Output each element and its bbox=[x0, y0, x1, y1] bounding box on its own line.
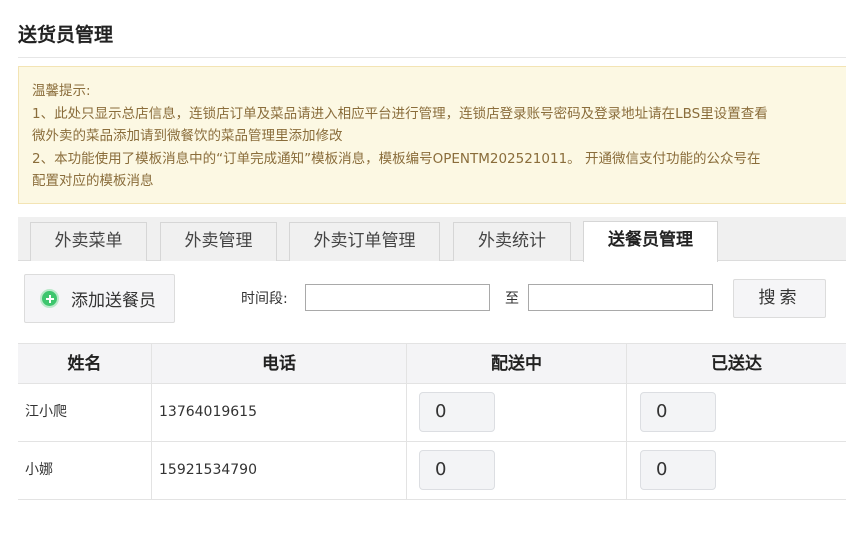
end-date-input[interactable] bbox=[528, 284, 713, 311]
table-row: 江小爬 13764019615 0 0 bbox=[18, 384, 846, 442]
delivering-cell: 0 bbox=[407, 442, 627, 499]
notice-line: 1、此处只显示总店信息，连锁店订单及菜品请进入相应平台进行管理，连锁店登录账号密… bbox=[32, 105, 768, 122]
table-header: 姓名 电话 配送中 已送达 bbox=[18, 343, 846, 384]
add-courier-button[interactable]: 添加送餐员 bbox=[24, 274, 175, 323]
delivered-cell: 0 bbox=[627, 384, 846, 441]
page-title: 送货员管理 bbox=[18, 24, 114, 46]
courier-phone: 13764019615 bbox=[159, 404, 257, 420]
search-button[interactable]: 搜索 bbox=[733, 279, 826, 318]
delivering-cell: 0 bbox=[407, 384, 627, 441]
add-courier-label: 添加送餐员 bbox=[71, 291, 156, 311]
tab-courier-management[interactable]: 送餐员管理 bbox=[583, 221, 718, 262]
name-cell: 小娜 bbox=[18, 442, 152, 499]
delivered-count: 0 bbox=[640, 392, 716, 432]
table-row: 小娜 15921534790 0 0 bbox=[18, 442, 846, 500]
notice-line: 配置对应的模板消息 bbox=[32, 173, 154, 189]
tab-takeout-menu[interactable]: 外卖菜单 bbox=[30, 222, 147, 261]
delivered-cell: 0 bbox=[627, 442, 846, 499]
title-divider bbox=[18, 57, 846, 58]
time-range-label: 时间段: bbox=[241, 291, 288, 307]
header-delivering: 配送中 bbox=[407, 344, 627, 384]
notice-heading: 温馨提示: bbox=[32, 83, 91, 99]
delivering-count: 0 bbox=[419, 450, 495, 490]
tab-bar: 外卖菜单 外卖管理 外卖订单管理 外卖统计 送餐员管理 bbox=[18, 217, 846, 262]
phone-cell: 15921534790 bbox=[152, 442, 407, 499]
courier-name: 小娜 bbox=[25, 462, 53, 478]
courier-name: 江小爬 bbox=[25, 404, 67, 420]
to-label: 至 bbox=[505, 291, 519, 307]
notice-line: 2、本功能使用了模板消息中的“订单完成通知”模板消息，模板编号OPENTM202… bbox=[32, 150, 761, 167]
courier-phone: 15921534790 bbox=[159, 462, 257, 478]
notice-line: 微外卖的菜品添加请到微餐饮的菜品管理里添加修改 bbox=[32, 128, 343, 144]
start-date-input[interactable] bbox=[305, 284, 490, 311]
header-name: 姓名 bbox=[18, 344, 152, 384]
delivering-count: 0 bbox=[419, 392, 495, 432]
header-phone: 电话 bbox=[152, 344, 407, 384]
tab-takeout-management[interactable]: 外卖管理 bbox=[160, 222, 277, 261]
delivered-count: 0 bbox=[640, 450, 716, 490]
tab-takeout-statistics[interactable]: 外卖统计 bbox=[453, 222, 571, 261]
header-delivered: 已送达 bbox=[711, 354, 762, 374]
tab-takeout-orders[interactable]: 外卖订单管理 bbox=[289, 222, 440, 261]
name-cell: 江小爬 bbox=[18, 384, 152, 441]
courier-table: 姓名 电话 配送中 已送达 江小爬 13764019615 0 0 小娜 159… bbox=[18, 343, 846, 500]
phone-cell: 13764019615 bbox=[152, 384, 407, 441]
notice-box: 温馨提示: 1、此处只显示总店信息，连锁店订单及菜品请进入相应平台进行管理，连锁… bbox=[18, 66, 846, 204]
plus-circle-icon bbox=[40, 289, 59, 308]
